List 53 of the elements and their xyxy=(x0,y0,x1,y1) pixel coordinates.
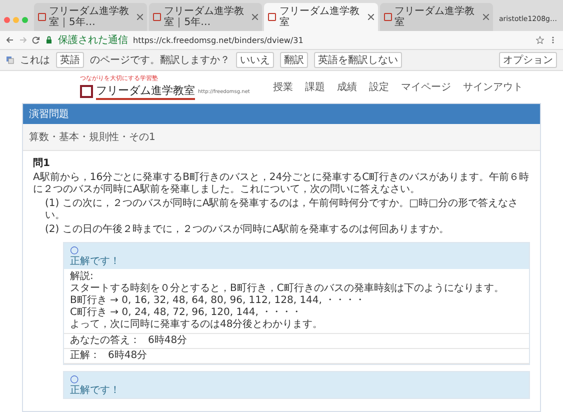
nav-link[interactable]: 設定 xyxy=(369,80,389,94)
answer-value: 6時48分 xyxy=(148,335,188,347)
correct-value: 6時48分 xyxy=(108,350,148,362)
browser-tab[interactable]: フリーダム進学教室｜5年… xyxy=(149,3,262,31)
translate-icon xyxy=(6,56,14,64)
question-part: (2) この日の午後２時までに，２つのバスが同時にA駅前を発車するのは何回ありますか。 xyxy=(45,224,450,236)
panel-subtitle: 算数・基本・規則性・その1 xyxy=(23,124,540,151)
translate-button[interactable]: 翻訳 xyxy=(280,52,308,68)
nav-link[interactable]: サインアウト xyxy=(463,80,523,94)
explanation-label: 解説: xyxy=(70,271,94,283)
reload-icon[interactable] xyxy=(32,36,40,44)
answer-label: あなたの答え： xyxy=(70,335,140,347)
favicon-icon xyxy=(153,13,162,21)
explanation-line: よって，次に同時に発車するのは48分後とわかります。 xyxy=(70,319,324,331)
close-icon[interactable] xyxy=(137,14,144,20)
nav-link[interactable]: 成績 xyxy=(337,80,357,94)
explanation-line: スタートする時刻を０分とすると，B町行き，C町行きのバスの発車時刻は下のようになります。 xyxy=(70,283,505,295)
translate-question: のページです。翻訳しますか？ xyxy=(90,54,230,67)
address-field[interactable]: https://ck.freedomsg.net/binders/dview/31 xyxy=(133,36,531,44)
browser-tab[interactable]: フリーダム進学教室｜5年… xyxy=(34,3,148,31)
language-dropdown[interactable]: 英語 xyxy=(56,52,84,68)
close-icon[interactable] xyxy=(482,14,489,20)
nav-link[interactable]: 課題 xyxy=(305,80,325,94)
logo-icon xyxy=(80,85,93,98)
favicon-icon xyxy=(384,13,392,21)
favicon-icon xyxy=(268,13,276,21)
explanation-line: C町行き → 0, 24, 48, 72, 96, 120, 144, ・・・・ xyxy=(70,307,303,318)
back-icon[interactable] xyxy=(6,36,14,44)
logo-name[interactable]: フリーダム進学教室 xyxy=(96,83,195,100)
result-mark: ○ xyxy=(70,374,80,385)
options-button[interactable]: オプション xyxy=(499,52,557,68)
nav-link[interactable]: マイページ xyxy=(401,80,451,94)
result-verdict: 正解です！ xyxy=(70,385,121,396)
favicon-icon xyxy=(38,13,46,21)
nav-link[interactable]: 授業 xyxy=(273,80,293,94)
close-icon[interactable] xyxy=(252,14,258,20)
panel-title: 演習問題 xyxy=(23,104,540,124)
translate-button[interactable]: 英語を翻訳しない xyxy=(314,52,402,68)
browser-tab[interactable]: フリーダム進学教室 xyxy=(380,3,493,31)
question-part: (1) この次に，２つのバスが同時にA駅前を発車するのは，午前何時何分ですか。□時□分の形で答えなさい。 xyxy=(45,198,520,222)
lock-icon xyxy=(45,36,53,44)
close-icon[interactable] xyxy=(368,14,374,20)
result-mark: ○ xyxy=(70,245,80,256)
correct-label: 正解： xyxy=(70,350,100,362)
result-verdict: 正解です！ xyxy=(70,256,121,267)
question-number: 問1 xyxy=(33,156,51,170)
translate-prefix: これは xyxy=(20,54,50,67)
translate-button[interactable]: いいえ xyxy=(236,52,274,68)
browser-tab[interactable]: フリーダム進学教室 xyxy=(264,3,378,31)
star-icon[interactable] xyxy=(536,36,544,44)
question-text: A駅前から，16分ごとに発車するB町行きのバスと，24分ごとに発車するC町行きのバスがあります。午前６時に２つのバスが同時にA駅前を発車しました。これについて，次の問いに答えなさい。 xyxy=(33,172,530,196)
explanation-line: B町行き → 0, 16, 32, 48, 64, 80, 96, 112, 128, 144, ・・・・ xyxy=(70,295,366,307)
secure-label: 保護された通信 xyxy=(58,34,128,47)
